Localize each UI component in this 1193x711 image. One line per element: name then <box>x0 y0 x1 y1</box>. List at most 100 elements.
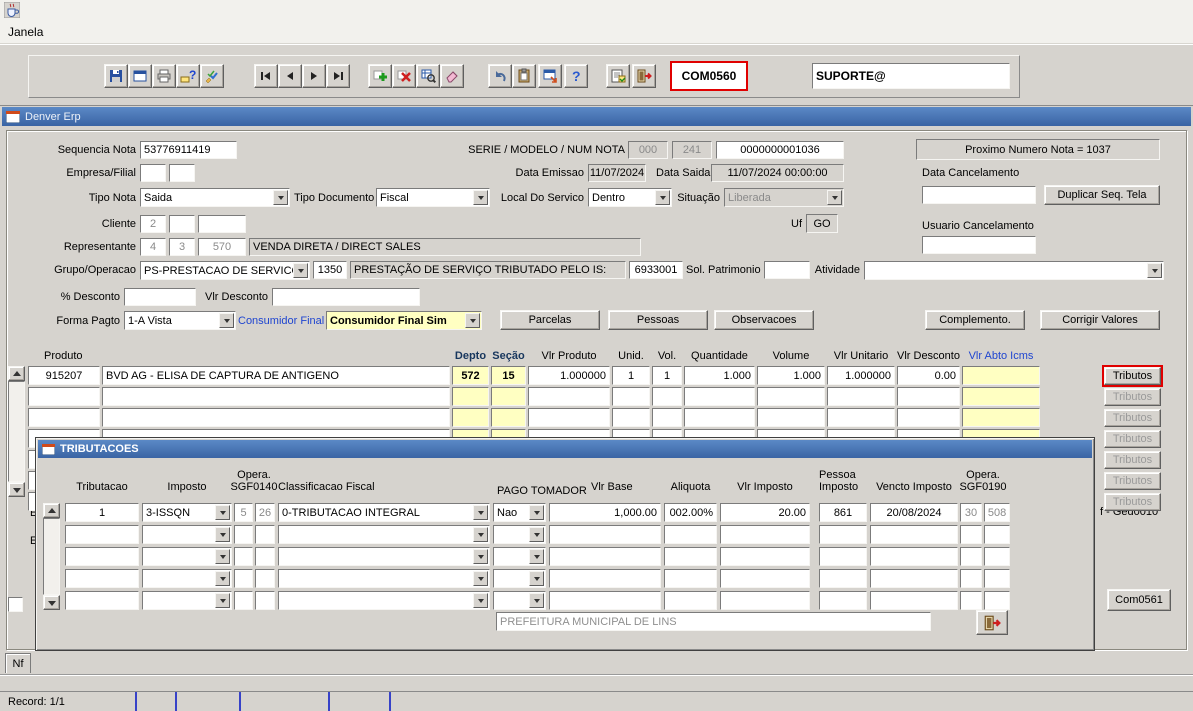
tax-scrollbar[interactable] <box>43 518 60 595</box>
chevron-down-icon[interactable] <box>1147 263 1162 278</box>
chevron-down-icon[interactable] <box>215 593 230 608</box>
cliente-field[interactable]: 2 <box>140 215 166 233</box>
paste-button[interactable] <box>512 64 536 88</box>
print-button[interactable] <box>152 64 176 88</box>
chevron-down-icon[interactable] <box>465 313 480 328</box>
operacao-numero-field[interactable]: 6933001 <box>629 261 683 279</box>
insert-record-button[interactable] <box>368 64 392 88</box>
tax-cell-tributacao[interactable] <box>65 547 139 566</box>
tax-cell-classif[interactable] <box>278 547 490 566</box>
tax-cell-opb[interactable] <box>984 591 1010 610</box>
tax-cell-pago[interactable] <box>493 525 546 544</box>
chevron-down-icon[interactable] <box>529 549 544 564</box>
tax-cell-tributacao[interactable] <box>65 591 139 610</box>
product-cell-vol[interactable] <box>652 408 682 427</box>
tax-cell-opb[interactable]: 508 <box>984 503 1010 522</box>
representante-field-2[interactable]: 3 <box>169 238 195 256</box>
tributos-button[interactable]: Tributos <box>1104 472 1161 490</box>
serie-field[interactable]: 000 <box>628 141 668 159</box>
tax-cell-op1[interactable] <box>234 569 253 588</box>
tax-cell-classif[interactable] <box>278 591 490 610</box>
tax-cell-vencto[interactable] <box>870 547 958 566</box>
tab-nf[interactable]: Nf <box>5 653 31 673</box>
sequencia-nota-field[interactable]: 53776911419 <box>140 141 237 159</box>
grupo-operacao-select[interactable]: PS-PRESTACAO DE SERVICOS <box>140 261 310 280</box>
tax-scroll-up[interactable] <box>43 503 60 518</box>
chevron-down-icon[interactable] <box>273 190 288 205</box>
tax-cell-op1[interactable]: 5 <box>234 503 253 522</box>
product-cell-vabto[interactable] <box>962 387 1040 406</box>
chevron-down-icon[interactable] <box>529 505 544 520</box>
filial-field[interactable] <box>169 164 195 182</box>
tributos-button[interactable]: Tributos <box>1104 388 1161 406</box>
municipio-input[interactable]: PREFEITURA MUNICIPAL DE LINS <box>496 612 931 631</box>
tax-cell-vbase[interactable] <box>549 569 661 588</box>
tax-cell-vbase[interactable] <box>549 591 661 610</box>
tax-cell-tributacao[interactable] <box>65 569 139 588</box>
tax-cell-op2[interactable]: 26 <box>255 503 275 522</box>
operacao-codigo-field[interactable]: 1350 <box>313 261 347 279</box>
product-cell-code[interactable] <box>28 387 100 406</box>
tax-cell-tributacao[interactable]: 1 <box>65 503 139 522</box>
chevron-down-icon[interactable] <box>219 313 234 328</box>
product-cell-name[interactable] <box>102 387 450 406</box>
tax-cell-vimposto[interactable] <box>720 569 810 588</box>
chevron-down-icon[interactable] <box>215 549 230 564</box>
product-scrollbar[interactable] <box>8 381 25 482</box>
product-cell-name[interactable] <box>102 408 450 427</box>
representante-field-3[interactable]: 570 <box>198 238 246 256</box>
save-button[interactable] <box>104 64 128 88</box>
tax-cell-vbase[interactable] <box>549 547 661 566</box>
chevron-down-icon[interactable] <box>215 527 230 542</box>
duplicar-seq-tela-button[interactable]: Duplicar Seq. Tela <box>1044 185 1160 205</box>
product-scroll-up[interactable] <box>8 366 25 381</box>
consumidor-final-select[interactable]: Consumidor Final Sim <box>326 311 482 330</box>
tax-cell-aliquota[interactable] <box>664 547 717 566</box>
product-cell-qtd[interactable] <box>684 387 755 406</box>
tax-cell-classif[interactable] <box>278 525 490 544</box>
atividade-select[interactable] <box>864 261 1164 280</box>
product-cell-vunit[interactable] <box>827 408 895 427</box>
product-cell-vabto[interactable] <box>962 366 1040 385</box>
delete-record-button[interactable] <box>392 64 416 88</box>
chevron-down-icon[interactable] <box>473 527 488 542</box>
tax-cell-imposto[interactable] <box>142 525 232 544</box>
tax-cell-imposto[interactable]: 3-ISSQN <box>142 503 232 522</box>
help-button[interactable]: ? <box>564 64 588 88</box>
tax-cell-vimposto[interactable]: 20.00 <box>720 503 810 522</box>
tax-cell-vencto[interactable] <box>870 591 958 610</box>
prev-record-button[interactable] <box>278 64 302 88</box>
tax-cell-pago[interactable] <box>493 591 546 610</box>
tax-cell-aliquota[interactable] <box>664 525 717 544</box>
tax-cell-pessoa[interactable] <box>819 569 867 588</box>
tax-cell-tributacao[interactable] <box>65 525 139 544</box>
product-cell-vproduto[interactable] <box>528 387 610 406</box>
product-cell-unid[interactable] <box>612 408 650 427</box>
checkbox[interactable] <box>8 597 23 612</box>
product-cell-vproduto[interactable] <box>528 408 610 427</box>
product-cell-qtd[interactable] <box>684 408 755 427</box>
product-cell-vol[interactable] <box>652 387 682 406</box>
product-cell-unid[interactable] <box>612 387 650 406</box>
data-saida-field[interactable]: 11/07/2024 00:00:00 <box>711 164 844 182</box>
tax-cell-pessoa[interactable] <box>819 547 867 566</box>
complemento-button[interactable]: Complemento. <box>925 310 1025 330</box>
tax-cell-imposto[interactable] <box>142 569 232 588</box>
empresa-field[interactable] <box>140 164 166 182</box>
observacoes-button[interactable]: Observacoes <box>714 310 814 330</box>
product-cell-depto[interactable] <box>452 408 489 427</box>
product-cell-volume[interactable] <box>757 408 825 427</box>
tax-cell-vencto[interactable] <box>870 569 958 588</box>
undo-button[interactable] <box>488 64 512 88</box>
product-cell-vdesc[interactable] <box>897 408 960 427</box>
tax-cell-vencto[interactable]: 20/08/2024 <box>870 503 958 522</box>
tax-cell-op2[interactable] <box>255 525 275 544</box>
chevron-down-icon[interactable] <box>473 593 488 608</box>
representante-field-1[interactable]: 4 <box>140 238 166 256</box>
pct-desconto-field[interactable] <box>124 288 196 306</box>
tax-cell-vbase[interactable]: 1,000.00 <box>549 503 661 522</box>
tax-cell-pessoa[interactable]: 861 <box>819 503 867 522</box>
tributos-button[interactable]: Tributos <box>1104 409 1161 427</box>
tax-cell-op2[interactable] <box>255 547 275 566</box>
window-button[interactable] <box>128 64 152 88</box>
